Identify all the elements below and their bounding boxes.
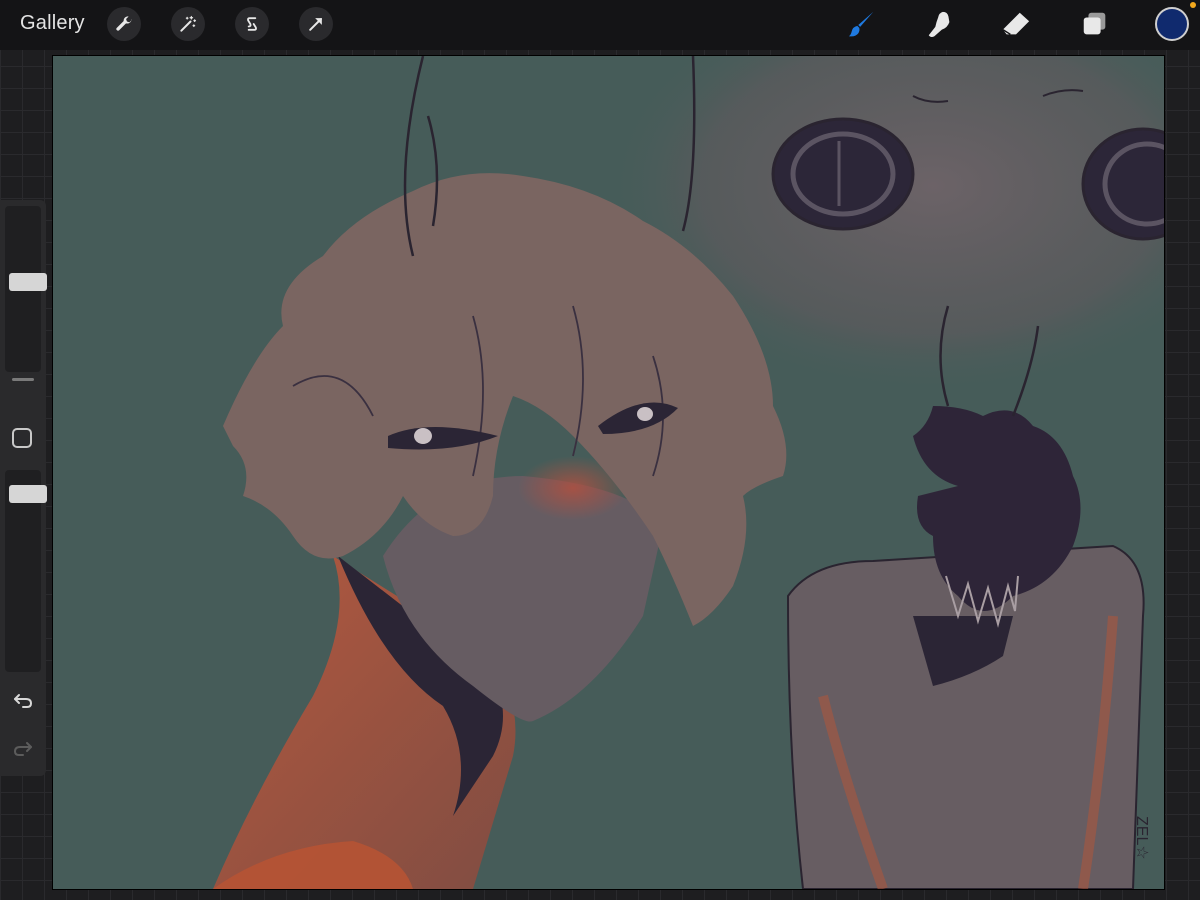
- brush-opacity-thumb[interactable]: [9, 485, 47, 503]
- modify-button[interactable]: [12, 428, 32, 448]
- brush-size-slider[interactable]: [5, 206, 47, 372]
- selection-button[interactable]: [235, 7, 269, 41]
- actions-button[interactable]: [107, 7, 141, 41]
- sidebar-divider: [12, 378, 34, 381]
- artist-signature: ZEL☆: [1133, 816, 1150, 860]
- drawing-canvas[interactable]: ZEL☆: [53, 56, 1164, 889]
- notification-dot: [1190, 2, 1196, 8]
- layers-button[interactable]: [1077, 6, 1113, 42]
- selection-s-icon: [247, 17, 257, 31]
- eraser-icon: [1002, 12, 1030, 35]
- smudge-finger-icon: [928, 11, 950, 37]
- adjustments-button[interactable]: [171, 7, 205, 41]
- magic-wand-icon: [180, 15, 197, 32]
- brush-opacity-slider[interactable]: [5, 470, 47, 672]
- smudge-tool-button[interactable]: [922, 6, 958, 42]
- layers-icon: [1083, 12, 1106, 35]
- top-toolbar: Gallery: [0, 0, 1200, 50]
- left-sidebar: [0, 200, 47, 776]
- paint-brush-icon: [848, 11, 874, 37]
- redo-arrow-icon[interactable]: [11, 736, 35, 760]
- procreate-app: Gallery ZEL☆: [0, 0, 1200, 900]
- color-picker-button[interactable]: [1155, 7, 1189, 41]
- undo-arrow-icon[interactable]: [11, 688, 35, 712]
- eraser-tool-button[interactable]: [998, 6, 1034, 42]
- artwork: ZEL☆: [213, 56, 1164, 889]
- brush-size-thumb[interactable]: [9, 273, 47, 291]
- transform-arrow-icon: [309, 18, 322, 31]
- gallery-button[interactable]: Gallery: [20, 12, 85, 35]
- wrench-icon: [116, 16, 132, 31]
- brush-tool-button[interactable]: [844, 6, 880, 42]
- transform-button[interactable]: [299, 7, 333, 41]
